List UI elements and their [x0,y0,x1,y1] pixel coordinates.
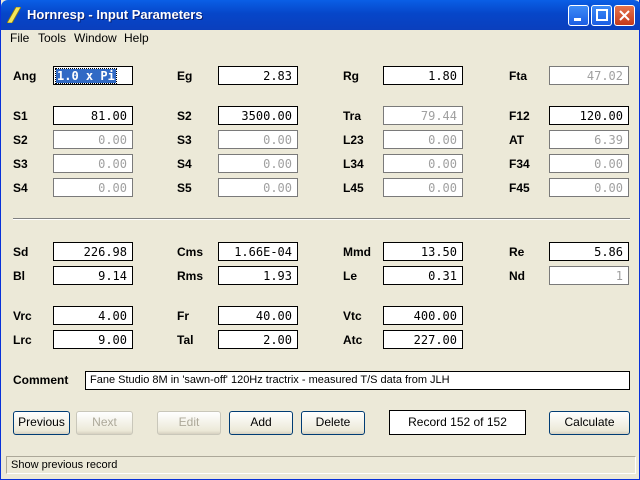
title-bar[interactable]: Hornresp - Input Parameters [1,0,640,30]
minimize-button[interactable] [568,5,589,26]
label-f34: F34 [509,157,530,171]
label-bl: Bl [13,269,25,283]
field-s3-row4: 0.00 [53,154,133,173]
label-ang: Ang [13,69,37,83]
field-s2-row3: 0.00 [53,130,133,149]
label-f12: F12 [509,109,530,123]
label-l34: L34 [343,157,364,171]
field-fr[interactable]: 40.00 [218,306,298,325]
field-vrc[interactable]: 4.00 [53,306,133,325]
field-re[interactable]: 5.86 [549,242,629,261]
hornresp-window: Hornresp - Input Parameters File Tools W… [0,0,640,480]
field-f45: 0.00 [549,178,629,197]
field-rms[interactable]: 1.93 [218,266,298,285]
menu-bar: File Tools Window Help [2,30,639,48]
field-sd[interactable]: 226.98 [53,242,133,261]
label-fr: Fr [177,309,189,323]
status-bar: Show previous record [6,456,636,474]
field-tal[interactable]: 2.00 [218,330,298,349]
label-eg: Eg [177,69,193,83]
label-s5: S5 [177,181,192,195]
menu-help[interactable]: Help [124,31,149,45]
label-s3-row4: S3 [13,157,28,171]
field-s5: 0.00 [218,178,298,197]
app-icon [7,7,21,23]
label-sd: Sd [13,245,29,259]
label-nd: Nd [509,269,525,283]
label-at: AT [509,133,525,147]
field-bl[interactable]: 9.14 [53,266,133,285]
field-f12[interactable]: 120.00 [549,106,629,125]
label-fta: Fta [509,69,527,83]
comment-field[interactable]: Fane Studio 8M in 'sawn-off' 120Hz tract… [85,371,630,390]
field-l23: 0.00 [383,130,463,149]
field-ang-value: 1.0 x Pi [55,68,117,84]
next-button: Next [76,411,133,435]
label-f45: F45 [509,181,530,195]
field-f34: 0.00 [549,154,629,173]
field-rg[interactable]: 1.80 [383,66,463,85]
field-s4: 0.00 [218,154,298,173]
field-s2[interactable]: 3500.00 [218,106,298,125]
label-tra: Tra [343,109,362,123]
close-button[interactable] [614,5,635,26]
field-l34: 0.00 [383,154,463,173]
menu-file[interactable]: File [10,31,29,45]
add-button[interactable]: Add [229,411,293,435]
maximize-button[interactable] [591,5,612,26]
label-s4-row5: S4 [13,181,28,195]
label-re: Re [509,245,525,259]
record-indicator: Record 152 of 152 [389,410,526,435]
label-l23: L23 [343,133,364,147]
maximize-icon [596,9,608,21]
section-divider [13,218,630,220]
label-rg: Rg [343,69,359,83]
field-s4-row5: 0.00 [53,178,133,197]
close-icon [619,10,630,21]
field-cms[interactable]: 1.66E-04 [218,242,298,261]
label-rms: Rms [177,269,204,283]
label-atc: Atc [343,333,363,347]
previous-button[interactable]: Previous [13,411,70,435]
label-le: Le [343,269,358,283]
delete-button[interactable]: Delete [301,411,365,435]
field-eg[interactable]: 2.83 [218,66,298,85]
field-ang[interactable]: 1.0 x Pi [53,66,133,85]
window-title: Hornresp - Input Parameters [27,7,203,22]
field-fta: 47.02 [549,66,629,85]
field-l45: 0.00 [383,178,463,197]
edit-button: Edit [157,411,221,435]
label-s4: S4 [177,157,192,171]
label-tal: Tal [177,333,194,347]
label-lrc: Lrc [13,333,32,347]
label-comment: Comment [13,373,69,387]
field-lrc[interactable]: 9.00 [53,330,133,349]
minimize-icon [574,18,581,21]
label-vrc: Vrc [13,309,32,323]
field-nd: 1 [549,266,629,285]
field-at: 6.39 [549,130,629,149]
field-s1[interactable]: 81.00 [53,106,133,125]
label-mmd: Mmd [343,245,371,259]
calculate-button[interactable]: Calculate [549,411,630,435]
menu-tools[interactable]: Tools [38,31,66,45]
field-tra: 79.44 [383,106,463,125]
label-s1: S1 [13,109,28,123]
field-mmd[interactable]: 13.50 [383,242,463,261]
label-s2: S2 [177,109,192,123]
field-atc[interactable]: 227.00 [383,330,463,349]
menu-window[interactable]: Window [74,31,117,45]
label-s2-row3: S2 [13,133,28,147]
label-s3: S3 [177,133,192,147]
field-s3: 0.00 [218,130,298,149]
label-cms: Cms [177,245,204,259]
label-vtc: Vtc [343,309,362,323]
field-le[interactable]: 0.31 [383,266,463,285]
label-l45: L45 [343,181,364,195]
field-vtc[interactable]: 400.00 [383,306,463,325]
